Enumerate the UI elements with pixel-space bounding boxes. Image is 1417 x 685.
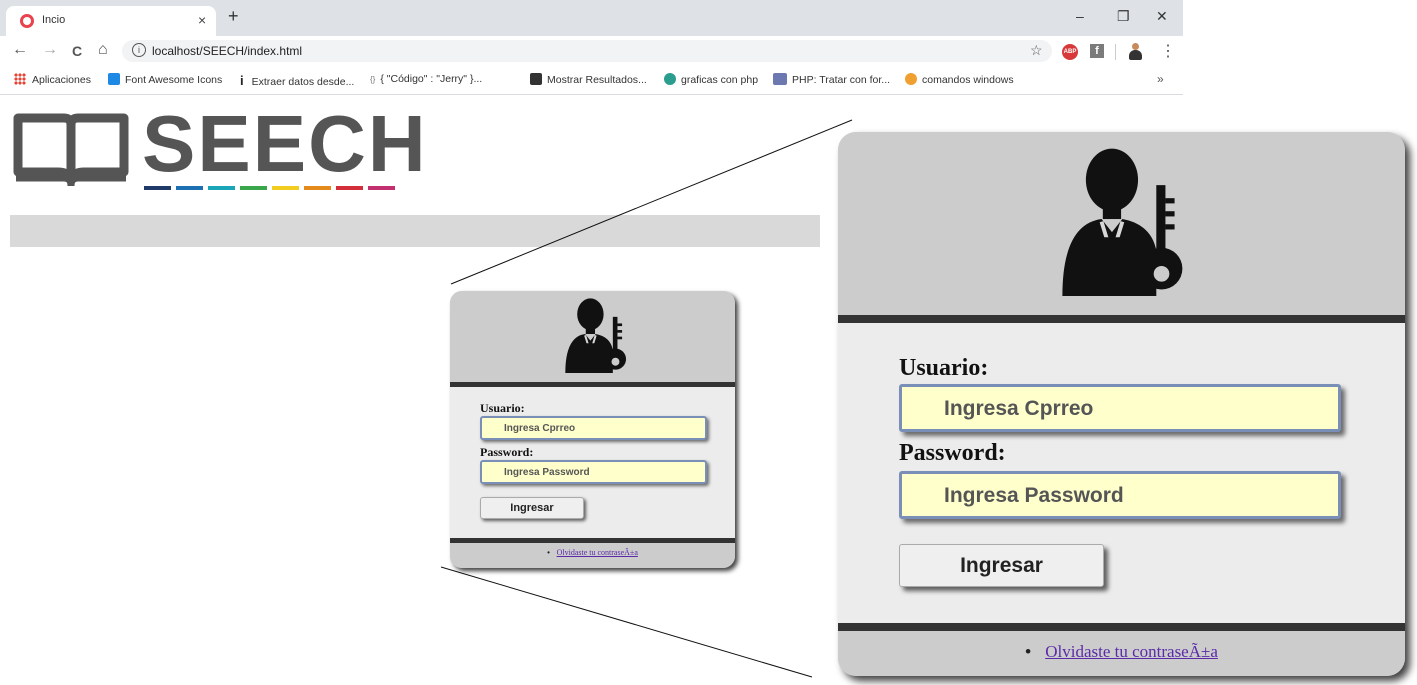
menu-icon[interactable]: ⋮ (1160, 41, 1176, 61)
facebook-icon[interactable]: f (1090, 44, 1104, 58)
reload-icon[interactable]: C (72, 43, 82, 59)
login-card-header-zoomed (838, 132, 1405, 315)
logo-stripe (336, 186, 363, 190)
login-card-zoomed: Usuario: Ingresa Cprreo Password: Ingres… (838, 132, 1405, 676)
dark-square-icon (530, 73, 542, 85)
logo-stripe (144, 186, 171, 190)
logo-color-bar (144, 186, 395, 190)
bookmark-star-icon[interactable]: ☆ (1030, 42, 1043, 59)
user-key-icon (1062, 148, 1183, 296)
login-card-footer-zoomed: • Olvidaste tu contraseÃ±a (838, 631, 1405, 676)
logo-stripe (272, 186, 299, 190)
header-divider-zoomed (838, 315, 1405, 323)
browser-chrome: Incio × + – ❐ ✕ ← → C ⌂ i localhost/SEEC… (0, 0, 1183, 96)
forgot-password-link-zoomed[interactable]: Olvidaste tu contraseÃ±a (1045, 642, 1218, 661)
list-bullet: • (547, 548, 550, 557)
login-card-header (450, 291, 735, 382)
login-form: Usuario: Ingresa Cprreo Password: Ingres… (450, 387, 735, 538)
bookmark-apps[interactable]: Aplicaciones (14, 73, 91, 86)
password-label: Password: (480, 445, 534, 459)
info-i-icon: i (240, 73, 244, 88)
list-bullet: • (1025, 642, 1032, 661)
password-input[interactable]: Ingresa Password (480, 460, 707, 484)
apps-grid-icon (14, 73, 26, 85)
bookmark-mostrar-resultados[interactable]: Mostrar Resultados... (530, 73, 647, 86)
bookmark-php-tratar[interactable]: PHP: Tratar con for... (773, 73, 890, 86)
tab-title: Incio (42, 14, 66, 26)
login-card-footer: • Olvidaste tu contraseÃ±a (450, 543, 735, 568)
logo-stripe (240, 186, 267, 190)
bookmarks-more-icon[interactable]: » (1157, 72, 1164, 86)
url-text: localhost/SEECH/index.html (152, 44, 303, 58)
logo-stripe (176, 186, 203, 190)
php-icon (773, 73, 787, 85)
login-card: Usuario: Ingresa Cprreo Password: Ingres… (450, 291, 735, 568)
logo-stripe (368, 186, 395, 190)
orange-gear-icon (905, 73, 917, 85)
forgot-password-link[interactable]: Olvidaste tu contraseÃ±a (557, 548, 638, 557)
password-input-zoomed[interactable]: Ingresa Password (899, 471, 1341, 519)
browser-tab[interactable]: Incio × (6, 6, 216, 36)
email-input-zoomed[interactable]: Ingresa Cprreo (899, 384, 1341, 432)
open-book-icon (13, 113, 129, 187)
forward-icon[interactable]: → (42, 41, 58, 59)
user-key-icon (565, 298, 627, 373)
navigation-bar: ← → C ⌂ i localhost/SEECH/index.html ☆ A… (0, 36, 1183, 66)
navigation-strip (10, 215, 820, 247)
minimize-icon[interactable]: – (1076, 8, 1084, 24)
tab-close-icon[interactable]: × (198, 12, 206, 28)
new-tab-button[interactable]: + (228, 6, 239, 27)
bookmark-extraer-datos[interactable]: i Extraer datos desde... (240, 73, 354, 88)
favicon-icon (20, 14, 34, 28)
font-awesome-icon (108, 73, 120, 85)
profile-avatar-icon[interactable] (1128, 43, 1142, 61)
teal-hex-icon (664, 73, 676, 85)
bookmark-graficas-php[interactable]: graficas con php (664, 73, 758, 86)
submit-button-zoomed[interactable]: Ingresar (899, 544, 1104, 587)
password-label-zoomed: Password: (899, 440, 1006, 466)
address-bar[interactable]: i localhost/SEECH/index.html (122, 40, 1052, 62)
tab-strip: Incio × + – ❐ ✕ (0, 0, 1183, 36)
logo-text: SEECH (142, 99, 428, 188)
email-input[interactable]: Ingresa Cprreo (480, 416, 707, 440)
logo-stripe (208, 186, 235, 190)
login-form-zoomed: Usuario: Ingresa Cprreo Password: Ingres… (838, 323, 1405, 623)
logo-stripe (304, 186, 331, 190)
submit-button[interactable]: Ingresar (480, 497, 584, 519)
info-icon[interactable]: i (132, 43, 146, 57)
user-label-zoomed: Usuario: (899, 355, 989, 381)
restore-icon[interactable]: ❐ (1117, 8, 1130, 25)
bookmark-comandos-windows[interactable]: comandos windows (905, 73, 1014, 86)
close-window-icon[interactable]: ✕ (1156, 8, 1168, 25)
bookmark-codigo-jerry[interactable]: {}{ "Código" : "Jerry" }... (370, 73, 482, 85)
footer-divider-zoomed (838, 623, 1405, 631)
code-icon: {} (370, 75, 376, 84)
toolbar-divider (1115, 44, 1116, 60)
back-icon[interactable]: ← (12, 41, 28, 59)
adblock-icon[interactable]: ABP (1062, 44, 1078, 60)
user-label: Usuario: (480, 401, 525, 415)
bookmark-font-awesome[interactable]: Font Awesome Icons (108, 73, 222, 86)
bookmarks-bar: Aplicaciones Font Awesome Icons i Extraer… (0, 66, 1183, 95)
home-icon[interactable]: ⌂ (98, 41, 108, 59)
